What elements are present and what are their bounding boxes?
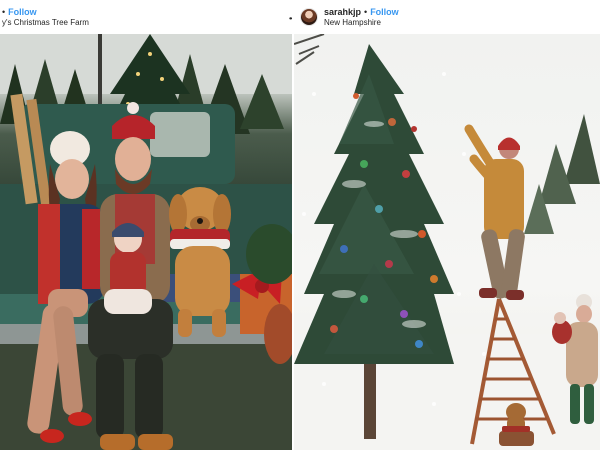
right-post-separator: • — [364, 7, 368, 18]
right-post-user-line: sarahkjp • Follow — [324, 7, 399, 17]
left-post-user-line: • Follow — [2, 7, 89, 17]
left-post-header: • Follow y's Christmas Tree Farm — [0, 0, 292, 34]
right-post-header-text: sarahkjp • Follow New Hampshire — [324, 7, 399, 27]
left-post-photo[interactable] — [0, 34, 292, 450]
right-post-avatar[interactable] — [301, 9, 317, 25]
left-post-location[interactable]: y's Christmas Tree Farm — [2, 18, 89, 27]
right-post-username[interactable]: sarahkjp — [324, 7, 361, 17]
left-post-separator: • — [2, 7, 6, 18]
left-post-header-text: • Follow y's Christmas Tree Farm — [2, 7, 89, 27]
right-post-header: sarahkjp • Follow New Hampshire — [294, 0, 600, 34]
right-post-follow-button[interactable]: Follow — [370, 7, 399, 17]
left-post-follow-button[interactable]: Follow — [8, 7, 37, 17]
right-post-photo-illustration — [294, 34, 600, 450]
right-post-photo[interactable] — [294, 34, 600, 450]
right-post-location[interactable]: New Hampshire — [324, 18, 399, 27]
left-post-photo-illustration — [0, 34, 292, 450]
instagram-post-comparison: • Follow y's Christmas Tree Farm sarahkj… — [0, 0, 600, 450]
